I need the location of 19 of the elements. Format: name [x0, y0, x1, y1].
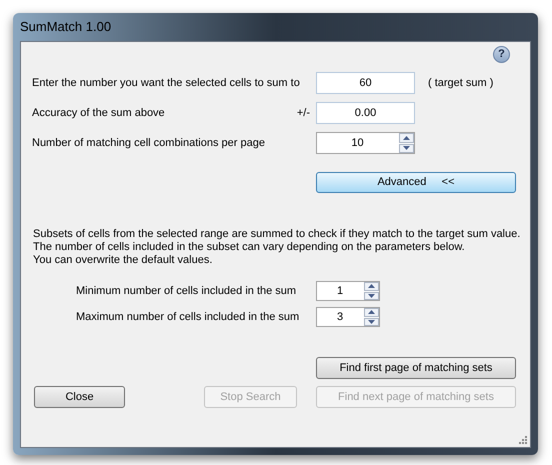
field-label: Maximum number of cells included in the sum [75, 310, 300, 323]
description-text: Subsets of cells from the selected range are summed to check if they match to the target sum value. The number of cells included in the subset can vary depending on the parameters below. You can overwrite the default values. [33, 228, 520, 267]
hint-label: ( target sum ) [428, 76, 494, 91]
input-field[interactable]: 60 [316, 72, 415, 94]
field-label: Number of matching cell combinations per page [32, 136, 265, 151]
advanced-button[interactable]: Advanced << [316, 172, 516, 193]
close-button[interactable]: Close [34, 386, 125, 408]
input-field[interactable]: 0.00 [316, 102, 415, 124]
help-button[interactable]: ? [493, 46, 510, 63]
spinner-arrows-icon[interactable] [364, 282, 379, 300]
window-title: SumMatch 1.00 [20, 18, 112, 36]
plus-minus-label: +/- [296, 106, 310, 121]
spinner-arrows-icon[interactable] [364, 308, 379, 326]
field-label: Enter the number you want the selected cells to sum to [32, 76, 300, 91]
spinner-arrows-icon[interactable] [399, 133, 414, 153]
find-first-button[interactable]: Find first page of matching sets [316, 357, 516, 379]
resize-grip-icon[interactable] [518, 435, 528, 445]
field-label: Minimum number of cells included in the sum [75, 284, 296, 297]
field-label: Accuracy of the sum above [32, 106, 165, 121]
